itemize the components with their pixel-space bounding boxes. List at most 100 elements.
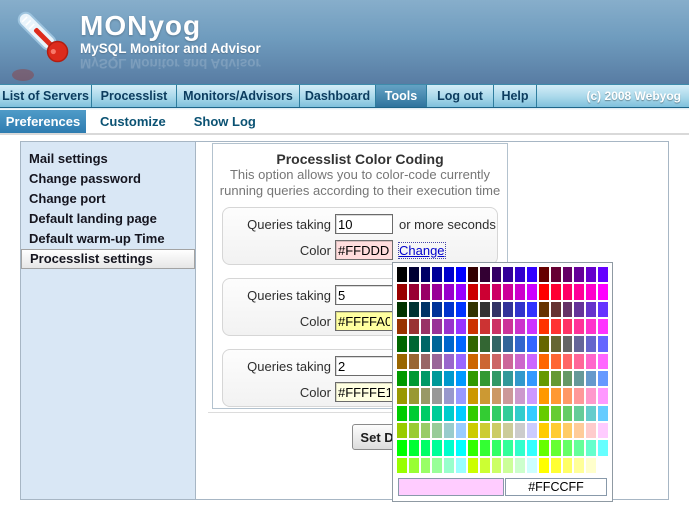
color-swatch[interactable] — [503, 319, 513, 334]
color-swatch[interactable] — [515, 302, 525, 317]
color-swatch[interactable] — [527, 440, 537, 455]
color-swatch[interactable] — [574, 319, 584, 334]
sidebar-item-change-port[interactable]: Change port — [21, 189, 195, 209]
color-swatch[interactable] — [574, 388, 584, 403]
color-swatch[interactable] — [503, 388, 513, 403]
color-swatch[interactable] — [421, 371, 431, 386]
color-swatch[interactable] — [586, 423, 596, 438]
color-swatch[interactable] — [468, 371, 478, 386]
color-swatch[interactable] — [397, 336, 407, 351]
color-swatch[interactable] — [468, 388, 478, 403]
color-swatch[interactable] — [586, 406, 596, 421]
color-swatch[interactable] — [492, 284, 502, 299]
color-swatch[interactable] — [586, 267, 596, 282]
color-swatch[interactable] — [421, 319, 431, 334]
color-swatch[interactable] — [444, 267, 454, 282]
color-swatch[interactable] — [598, 388, 608, 403]
color-swatch[interactable] — [456, 354, 466, 369]
color-swatch[interactable] — [409, 284, 419, 299]
color-swatch[interactable] — [527, 458, 537, 473]
color-swatch[interactable] — [539, 423, 549, 438]
color-swatch[interactable] — [574, 302, 584, 317]
color-swatch[interactable] — [432, 302, 442, 317]
color-swatch[interactable] — [574, 284, 584, 299]
color-swatch[interactable] — [563, 354, 573, 369]
color-swatch[interactable] — [527, 371, 537, 386]
color-swatch[interactable] — [503, 267, 513, 282]
color-swatch[interactable] — [586, 440, 596, 455]
color-swatch[interactable] — [444, 371, 454, 386]
color-swatch[interactable] — [515, 423, 525, 438]
tab-customize[interactable]: Customize — [86, 110, 180, 133]
color-swatch[interactable] — [515, 406, 525, 421]
color-swatch[interactable] — [563, 319, 573, 334]
color-swatch[interactable] — [527, 406, 537, 421]
color-swatch[interactable] — [503, 354, 513, 369]
nav-item-tools[interactable]: Tools — [376, 85, 427, 107]
color-swatch[interactable] — [480, 319, 490, 334]
color-swatch[interactable] — [527, 319, 537, 334]
color-swatch[interactable] — [574, 267, 584, 282]
color-swatch[interactable] — [563, 388, 573, 403]
color-swatch[interactable] — [444, 406, 454, 421]
color-swatch[interactable] — [539, 354, 549, 369]
color-swatch[interactable] — [397, 371, 407, 386]
color-swatch[interactable] — [444, 302, 454, 317]
color-swatch[interactable] — [503, 371, 513, 386]
color-swatch[interactable] — [409, 423, 419, 438]
color-hex-input-2[interactable] — [335, 311, 393, 331]
color-swatch[interactable] — [444, 319, 454, 334]
color-swatch[interactable] — [574, 423, 584, 438]
color-swatch[interactable] — [468, 406, 478, 421]
color-swatch[interactable] — [444, 423, 454, 438]
color-swatch[interactable] — [551, 284, 561, 299]
color-swatch[interactable] — [432, 371, 442, 386]
nav-item-processlist[interactable]: Processlist — [92, 85, 177, 107]
color-swatch[interactable] — [480, 336, 490, 351]
color-swatch[interactable] — [492, 319, 502, 334]
color-swatch[interactable] — [503, 423, 513, 438]
color-swatch[interactable] — [421, 302, 431, 317]
color-swatch[interactable] — [539, 284, 549, 299]
seconds-input-3[interactable] — [335, 356, 393, 376]
color-swatch[interactable] — [586, 354, 596, 369]
color-swatch[interactable] — [409, 388, 419, 403]
color-swatch[interactable] — [539, 440, 549, 455]
color-swatch[interactable] — [432, 336, 442, 351]
color-swatch[interactable] — [409, 319, 419, 334]
color-swatch[interactable] — [563, 302, 573, 317]
color-swatch[interactable] — [598, 440, 608, 455]
color-swatch[interactable] — [456, 388, 466, 403]
color-swatch[interactable] — [468, 423, 478, 438]
color-swatch[interactable] — [539, 336, 549, 351]
color-swatch[interactable] — [515, 388, 525, 403]
color-swatch[interactable] — [539, 267, 549, 282]
color-swatch[interactable] — [397, 302, 407, 317]
color-swatch[interactable] — [492, 458, 502, 473]
color-swatch[interactable] — [574, 371, 584, 386]
color-swatch[interactable] — [421, 284, 431, 299]
color-swatch[interactable] — [598, 458, 608, 473]
color-swatch[interactable] — [432, 267, 442, 282]
color-swatch[interactable] — [480, 267, 490, 282]
color-swatch[interactable] — [539, 371, 549, 386]
color-swatch[interactable] — [492, 267, 502, 282]
color-swatch[interactable] — [480, 440, 490, 455]
color-swatch[interactable] — [456, 423, 466, 438]
seconds-input-1[interactable] — [335, 214, 393, 234]
color-swatch[interactable] — [515, 319, 525, 334]
color-swatch[interactable] — [539, 458, 549, 473]
color-swatch[interactable] — [480, 388, 490, 403]
color-swatch[interactable] — [539, 302, 549, 317]
color-swatch[interactable] — [432, 284, 442, 299]
color-swatch[interactable] — [421, 440, 431, 455]
color-swatch[interactable] — [551, 406, 561, 421]
color-swatch[interactable] — [444, 336, 454, 351]
tab-preferences[interactable]: Preferences — [0, 110, 86, 133]
color-swatch[interactable] — [503, 458, 513, 473]
color-swatch[interactable] — [421, 267, 431, 282]
color-swatch[interactable] — [527, 302, 537, 317]
sidebar-item-mail-settings[interactable]: Mail settings — [21, 149, 195, 169]
color-swatch[interactable] — [503, 440, 513, 455]
color-swatch[interactable] — [492, 336, 502, 351]
